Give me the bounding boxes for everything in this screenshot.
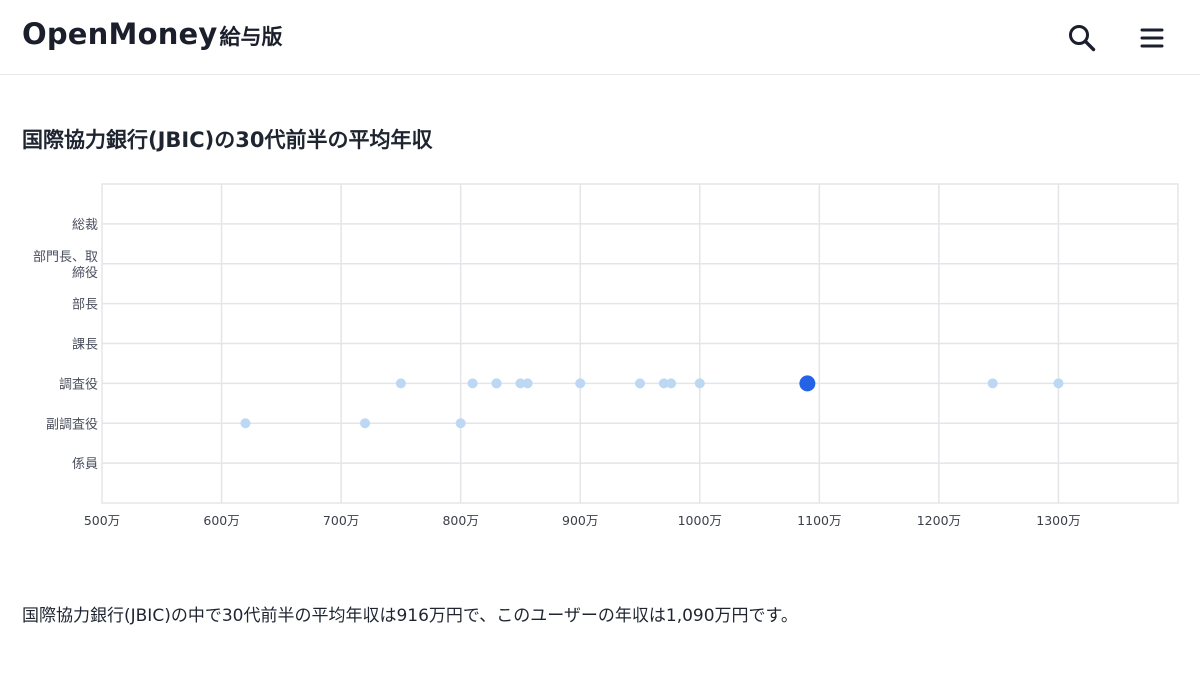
y-tick-label: 課長 [72,337,98,353]
x-tick-label: 800万 [442,513,478,528]
x-tick-label: 1300万 [1036,513,1080,528]
x-tick-label: 700万 [323,513,359,528]
x-tick-label: 600万 [203,513,239,528]
menu-button[interactable] [1136,22,1168,54]
data-point [360,418,371,429]
data-point [395,378,406,389]
data-point [467,378,478,389]
data-point [694,378,705,389]
x-tick-label: 1100万 [797,513,841,528]
x-tick-label: 1000万 [678,513,722,528]
data-point [491,378,502,389]
site-logo[interactable]: OpenMoney 給与版 [22,17,283,57]
chart-svg: 500万 600万 700万 800万 900万 1000万 1100万 1200万 1300万… [33,183,1179,528]
y-tick-label: 調査役 [59,377,98,392]
search-icon [1069,25,1096,52]
highlight-point [799,375,816,392]
y-tick-label: 総裁 [72,217,98,233]
data-point [666,378,677,389]
data-point [1053,378,1064,389]
x-tick-label: 1200万 [917,513,961,528]
y-tick-label: 締役 [72,265,98,281]
salary-scatter-chart: 500万 600万 700万 800万 900万 1000万 1100万 1200万 1300万… [0,170,1200,540]
data-point [575,378,586,389]
y-tick-label: 係員 [72,457,98,472]
y-tick-label: 副調査役 [46,417,98,432]
search-button[interactable] [1066,22,1098,54]
y-tick-label: 部長 [72,298,98,313]
y-tick-label: 部門長、取 [33,250,98,265]
summary-text: 国際協力銀行(JBIC)の中で30代前半の平均年収は916万円で、このユーザーの… [22,606,798,626]
logo-main-text: OpenMoney [22,17,218,51]
page-title: 国際協力銀行(JBIC)の30代前半の平均年収 [22,128,433,152]
data-point [987,378,998,389]
x-tick-label: 500万 [84,513,120,528]
hamburger-menu-icon [1140,28,1164,48]
site-header: OpenMoney 給与版 [0,0,1200,75]
data-point [522,378,533,389]
data-point [455,418,466,429]
data-point [635,378,645,389]
data-point [240,418,251,429]
x-tick-label: 900万 [562,513,598,528]
logo-sub-text: 給与版 [219,25,283,49]
